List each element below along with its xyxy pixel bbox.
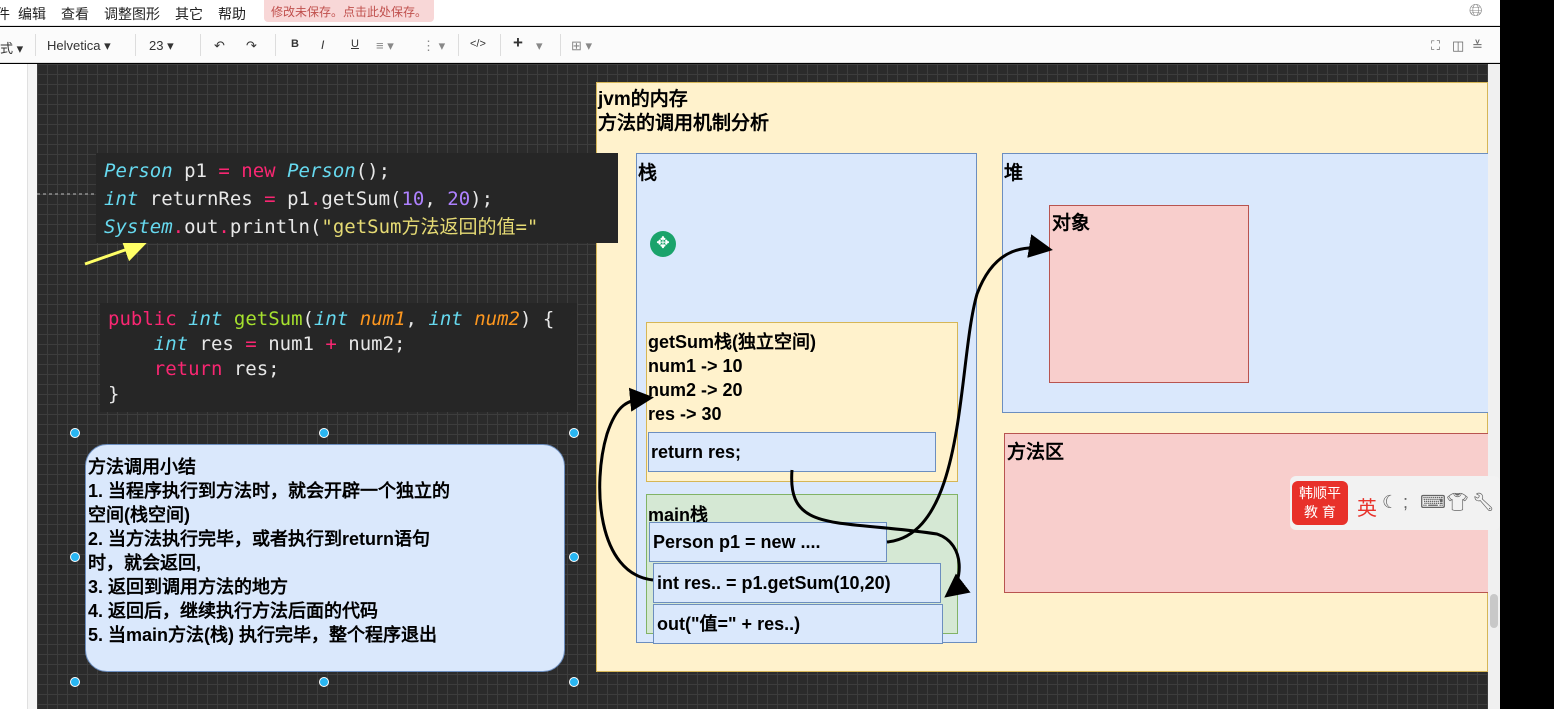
yellow-pointer-arrow [84,238,148,266]
unsaved-notice[interactable]: 修改未保存。点击此处保存。 [264,0,435,22]
wrench-icon[interactable]: 🔧︎ [1472,492,1495,513]
globe-icon[interactable]: 🌐︎ [1469,1,1483,21]
summary-note[interactable]: 方法调用小结 1. 当程序执行到方法时，就会开辟一个独立的 空间(栈空间) 2. 当方… [85,444,565,672]
resize-handle[interactable] [70,428,80,438]
resize-handle[interactable] [70,552,80,562]
undo-icon[interactable]: ↶ [214,38,225,54]
resize-handle[interactable] [70,677,80,687]
menu-help[interactable]: 帮助 [218,4,246,24]
resize-handle[interactable] [569,428,579,438]
menu-view[interactable]: 查看 [61,4,89,24]
font-family-select[interactable]: Helvetica ▾ [47,38,111,54]
moon-icon[interactable]: ☾ [1382,492,1398,513]
insert-chevron-icon[interactable]: ▾ [536,38,543,54]
table-icon[interactable]: ⊞ ▾ [571,38,592,54]
diagram-canvas[interactable]: jvm的内存 方法的调用机制分析 栈 堆 对象 方法区 getSum栈(独立空间)… [37,64,1488,709]
arrow-call-getsum [598,387,654,582]
panel-toggle-icon[interactable]: ◫ [1452,38,1464,54]
menu-bar: 件 编辑 查看 调整图形 其它 帮助 修改未保存。点击此处保存。 🌐︎ [0,0,1500,26]
fit-icon[interactable]: ⛶ [1431,38,1440,54]
italic-icon[interactable]: I [321,38,324,52]
menu-edit[interactable]: 编辑 [18,4,46,24]
menu-extras[interactable]: 其它 [175,4,203,24]
shapes-panel[interactable] [0,64,28,709]
underline-icon[interactable]: U [351,38,359,50]
resize-handle[interactable] [569,677,579,687]
insert-plus-icon[interactable]: + [513,33,523,53]
code-block-getsum: public int getSum(int num1, int num2) { … [100,303,577,412]
move-cursor-icon[interactable]: ✥ [650,231,676,257]
ime-logo[interactable]: 韩顺平教 育 [1292,481,1348,525]
resize-handle[interactable] [319,428,329,438]
toolbar: 式 ▾ Helvetica ▾ 23 ▾ ↶ ↷ B I U ≡ ▾ ⋮ ▾ <… [0,27,1500,63]
arrow-to-object [886,234,1053,544]
panel-divider[interactable] [28,64,37,709]
menu-arrange[interactable]: 调整图形 [104,4,160,24]
collapse-icon[interactable]: ≚ [1472,38,1483,54]
ime-language-toggle[interactable]: 英 [1357,492,1377,521]
resize-handle[interactable] [569,552,579,562]
menu-file[interactable]: 件 [0,4,10,24]
code-block-main: Person p1 = new Person(); int returnRes =… [96,153,618,243]
format-menu-icon[interactable]: ⋮ ▾ [422,38,445,54]
skin-shirt-icon[interactable]: 👕︎ [1446,492,1469,513]
ime-toolbar: 韩顺平教 育 英 ☾ ; ⌨ 👕︎ 🔧︎ [1290,476,1500,530]
bold-icon[interactable]: B [291,38,299,50]
arrow-return [790,469,971,598]
ime-punctuation-toggle[interactable]: ; [1403,492,1408,513]
redo-icon[interactable]: ↷ [246,38,257,54]
style-dropdown[interactable]: 式 ▾ [0,38,23,57]
resize-handle[interactable] [319,677,329,687]
keyboard-icon[interactable]: ⌨ [1420,492,1446,513]
vertical-scrollbar[interactable] [1488,64,1500,709]
align-icon[interactable]: ≡ ▾ [376,38,394,54]
font-size-select[interactable]: 23 ▾ [149,38,174,54]
html-icon[interactable]: </> [470,38,486,50]
